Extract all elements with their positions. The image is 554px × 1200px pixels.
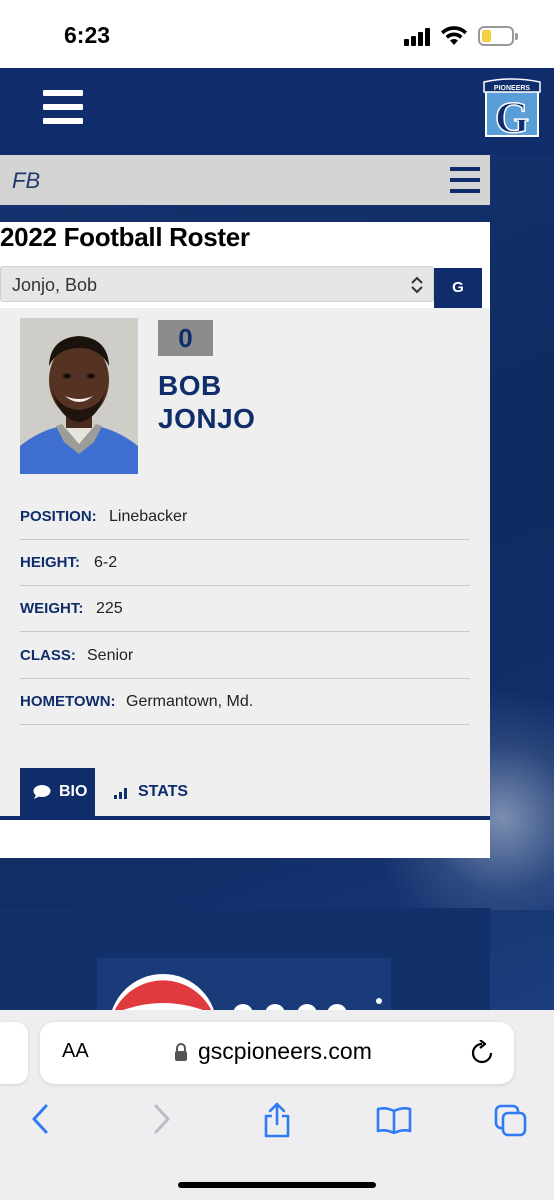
roster-card: 2022 Football Roster Jonjo, Bob G 0 BOB …: [0, 222, 490, 858]
sport-title: FB: [12, 168, 41, 193]
info-row-height: HEIGHT: 6-2: [20, 540, 470, 586]
svg-text:G: G: [495, 93, 529, 142]
bar-chart-icon: [114, 788, 127, 799]
site-header: PIONEERS G: [0, 68, 554, 155]
previous-tab-preview[interactable]: [0, 1022, 28, 1084]
bookmarks-icon[interactable]: [376, 1106, 412, 1134]
player-select[interactable]: Jonjo, Bob: [0, 266, 434, 302]
text-size-button[interactable]: AA: [62, 1040, 89, 1063]
info-value: 225: [96, 600, 123, 617]
pioneers-logo[interactable]: PIONEERS G: [482, 78, 542, 143]
info-row-weight: WEIGHT: 225: [20, 586, 470, 632]
tab-stats-label: STATS: [138, 783, 189, 800]
info-row-position: POSITION: Linebacker: [20, 494, 470, 540]
jersey-number-badge: 0: [158, 320, 213, 356]
chevron-up-down-icon: [411, 276, 423, 294]
tabs-icon[interactable]: [494, 1104, 528, 1138]
main-menu-icon[interactable]: [43, 90, 83, 124]
tab-divider: [0, 816, 490, 820]
info-label: POSITION:: [20, 508, 97, 525]
sport-sub-header: FB: [0, 155, 490, 205]
info-row-class: CLASS: Senior: [20, 633, 470, 679]
back-icon[interactable]: [30, 1102, 52, 1136]
info-row-hometown: HOMETOWN: Germantown, Md.: [20, 679, 470, 725]
wifi-icon: [441, 26, 467, 45]
home-indicator: [178, 1182, 376, 1188]
player-first-name: BOB: [158, 370, 222, 401]
go-button[interactable]: G: [434, 268, 482, 308]
sport-menu-icon[interactable]: [450, 167, 480, 193]
info-value: 6-2: [94, 554, 118, 571]
forward-icon[interactable]: [150, 1102, 172, 1136]
share-icon[interactable]: [262, 1102, 292, 1138]
url-text: gscpioneers.com: [198, 1038, 372, 1064]
player-select-value: Jonjo, Bob: [12, 275, 98, 295]
status-time: 6:23: [64, 22, 111, 48]
info-value: Linebacker: [109, 508, 188, 525]
info-label: HEIGHT:: [20, 554, 80, 571]
address-bar[interactable]: AA gscpioneers.com: [40, 1022, 514, 1084]
info-label: CLASS:: [20, 647, 76, 664]
lock-icon: [175, 1043, 187, 1061]
cellular-signal-icon: [404, 28, 432, 46]
svg-text:PIONEERS: PIONEERS: [494, 85, 531, 92]
tab-bio[interactable]: BIO: [20, 768, 95, 816]
battery-icon: [478, 26, 518, 46]
reload-icon[interactable]: [470, 1040, 494, 1066]
info-value: Germantown, Md.: [126, 693, 254, 710]
player-photo: [20, 318, 138, 474]
player-profile: 0 BOB JONJO POSITION: Linebacker HEIGHT:…: [0, 308, 490, 816]
page-title: 2022 Football Roster: [0, 222, 250, 252]
info-label: WEIGHT:: [20, 600, 84, 617]
player-last-name: JONJO: [158, 403, 256, 434]
info-value: Senior: [87, 647, 134, 664]
speech-bubble-icon: [33, 785, 51, 799]
info-label: HOMETOWN:: [20, 693, 116, 710]
tab-stats[interactable]: STATS: [110, 768, 200, 816]
tab-bio-label: BIO: [59, 783, 88, 800]
status-bar: 6:23: [0, 0, 554, 68]
